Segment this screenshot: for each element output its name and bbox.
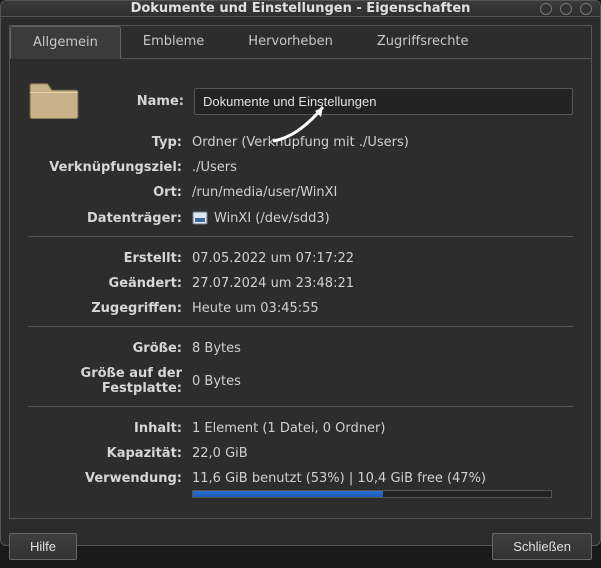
tab-highlight[interactable]: Hervorheben xyxy=(226,26,355,58)
volume-label: Datenträger: xyxy=(28,211,192,226)
dialog-footer: Hilfe Schließen xyxy=(1,527,600,568)
close-window-button[interactable] xyxy=(580,3,592,15)
separator-3 xyxy=(28,406,573,407)
tab-general[interactable]: Allgemein xyxy=(10,26,121,59)
type-label: Typ: xyxy=(28,135,192,150)
created-label: Erstellt: xyxy=(28,251,192,266)
properties-window: Dokumente und Einstellungen - Eigenschaf… xyxy=(0,0,601,546)
location-label: Ort: xyxy=(28,185,192,200)
name-label: Name: xyxy=(84,94,194,109)
window-title: Dokumente und Einstellungen - Eigenschaf… xyxy=(131,1,471,16)
maximize-button[interactable] xyxy=(560,3,572,15)
volume-value: WinXI (/dev/sdd3) xyxy=(214,211,330,226)
size-label: Größe: xyxy=(28,341,192,356)
capacity-value: 22,0 GiB xyxy=(192,446,248,461)
type-value: Ordner (Verknüpfung mit ./Users) xyxy=(192,135,409,150)
location-value: /run/media/user/WinXI xyxy=(192,185,337,200)
tab-emblems[interactable]: Embleme xyxy=(121,26,226,58)
separator-1 xyxy=(28,236,573,237)
usage-label: Verwendung: xyxy=(28,471,192,486)
disk-size-value: 0 Bytes xyxy=(192,374,241,389)
minimize-button[interactable] xyxy=(540,3,552,15)
tab-bar: Allgemein Embleme Hervorheben Zugriffsre… xyxy=(10,26,591,59)
separator-2 xyxy=(28,326,573,327)
close-button[interactable]: Schließen xyxy=(492,533,592,560)
link-target-label: Verknüpfungsziel: xyxy=(28,160,192,175)
capacity-label: Kapazität: xyxy=(28,446,192,461)
link-target-value: ./Users xyxy=(192,160,237,175)
disk-icon xyxy=(192,210,208,226)
usage-progress xyxy=(192,490,552,498)
general-panel: Name: Typ: Ordner (Verknüpfung mit ./Use… xyxy=(10,59,591,518)
name-input[interactable] xyxy=(194,88,573,115)
contents-label: Inhalt: xyxy=(28,421,192,436)
accessed-label: Zugegriffen: xyxy=(28,301,192,316)
content-frame: Allgemein Embleme Hervorheben Zugriffsre… xyxy=(9,25,592,519)
usage-value: 11,6 GiB benutzt (53%) | 10,4 GiB free (… xyxy=(192,471,552,486)
tab-permissions[interactable]: Zugriffsrechte xyxy=(355,26,491,58)
titlebar[interactable]: Dokumente und Einstellungen - Eigenschaf… xyxy=(1,1,600,17)
help-button[interactable]: Hilfe xyxy=(9,533,77,560)
usage-progress-fill xyxy=(193,491,383,497)
size-value: 8 Bytes xyxy=(192,341,241,356)
created-value: 07.05.2022 um 07:17:22 xyxy=(192,251,354,266)
accessed-value: Heute um 03:45:55 xyxy=(192,301,319,316)
folder-icon xyxy=(28,77,80,125)
modified-value: 27.07.2024 um 23:48:21 xyxy=(192,276,354,291)
modified-label: Geändert: xyxy=(28,276,192,291)
disk-size-label: Größe auf der Festplatte: xyxy=(28,366,192,396)
contents-value: 1 Element (1 Datei, 0 Ordner) xyxy=(192,421,385,436)
